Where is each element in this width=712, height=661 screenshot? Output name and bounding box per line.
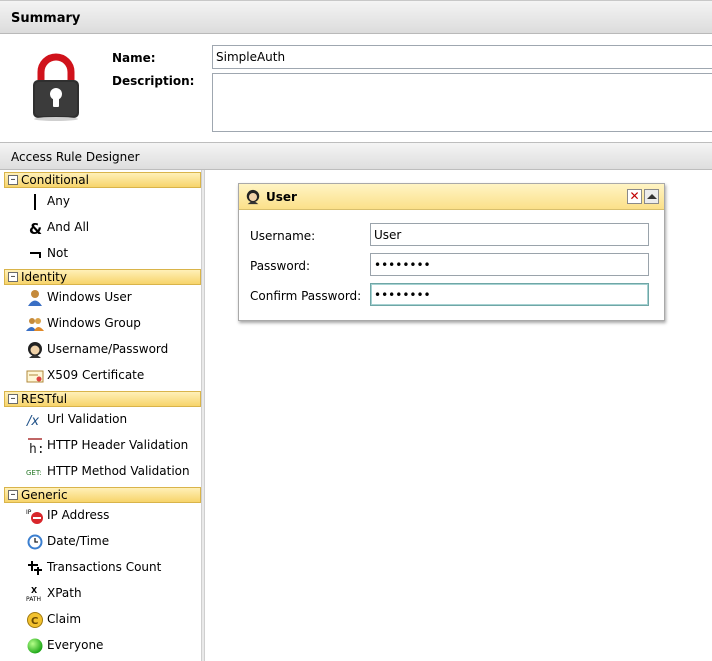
group-title: Conditional [21, 173, 89, 187]
close-button[interactable]: ✕ [627, 189, 642, 204]
http-header-icon: h: [28, 438, 44, 455]
toolbox-item-label: Windows User [47, 290, 132, 304]
toolbox-item-http-method-validation[interactable]: GET: HTTP Method Validation [4, 459, 201, 485]
toolbox-item-any[interactable]: Any [4, 189, 201, 215]
svg-text:X: X [31, 586, 38, 595]
toolbox-item-username-password[interactable]: Username/Password [4, 337, 201, 363]
group-header-generic[interactable]: – Generic [4, 487, 201, 503]
toolbox-item-label: HTTP Method Validation [47, 464, 190, 478]
collapse-icon[interactable]: – [8, 394, 18, 404]
xpath-icon: XPATH [26, 586, 41, 603]
certificate-icon [26, 370, 44, 383]
ip-address-icon: IP [26, 509, 43, 524]
toolbox-item-label: And All [47, 220, 90, 234]
padlock-icon [33, 53, 79, 121]
toolbox-item-xpath[interactable]: X PATH XPath [4, 581, 201, 607]
toolbox-item-url-validation[interactable]: /x Url Validation [4, 407, 201, 433]
toolbox-item-label: Any [47, 194, 70, 208]
claim-icon: C [27, 612, 43, 628]
group-header-restful[interactable]: – RESTful [4, 391, 201, 407]
clock-icon [27, 534, 43, 550]
toolbox-item-http-header-validation[interactable]: h: HTTP Header Validation [4, 433, 201, 459]
designer-title: Access Rule Designer [11, 150, 140, 164]
toolbox-item-windows-user[interactable]: Windows User [4, 285, 201, 311]
group-title: Identity [21, 270, 67, 284]
toolbox-item-label: XPath [47, 586, 82, 600]
panel-splitter[interactable] [201, 170, 205, 661]
toolbox-item-label: Claim [47, 612, 82, 626]
svg-text:/x: /x [26, 414, 39, 429]
description-label: Description: [112, 74, 195, 88]
svg-text:&: & [29, 220, 42, 237]
toolbox-item-date-time[interactable]: Date/Time [4, 529, 201, 555]
http-method-icon: GET: [26, 469, 42, 477]
everyone-icon [27, 638, 43, 654]
toolbox-item-claim[interactable]: C Claim [4, 607, 201, 633]
group-title: Generic [21, 488, 68, 502]
any-bar-icon [34, 194, 36, 210]
username-input[interactable] [370, 223, 649, 246]
toolbox-item-label: HTTP Header Validation [47, 438, 189, 452]
toolbox-item-label: Everyone [47, 638, 104, 652]
user-card-title: User [266, 190, 297, 204]
collapse-button[interactable] [644, 189, 659, 204]
group-title: RESTful [21, 392, 68, 406]
summary-header: Summary [0, 0, 712, 34]
name-input[interactable] [212, 45, 712, 69]
user-card-header[interactable]: User ✕ [239, 184, 664, 210]
description-input[interactable] [212, 73, 712, 132]
group-header-identity[interactable]: – Identity [4, 269, 201, 285]
summary-title: Summary [11, 11, 81, 26]
collapse-icon[interactable]: – [8, 175, 18, 185]
toolbox-item-x509-certificate[interactable]: X509 Certificate [4, 363, 201, 389]
toolbox-item-label: Url Validation [47, 412, 128, 426]
username-label: Username: [250, 229, 316, 243]
toolbox-item-label: Not [47, 246, 69, 260]
toolbox-item-not[interactable]: Not [4, 241, 201, 267]
confirm-password-label: Confirm Password: [250, 289, 362, 303]
collapse-icon[interactable]: – [8, 490, 18, 500]
toolbox-item-everyone[interactable]: Everyone [4, 633, 201, 659]
not-icon [30, 252, 41, 258]
user-rule-card[interactable]: User ✕ Username: Password: Confirm Passw… [238, 183, 665, 321]
toolbox-item-label: Windows Group [47, 316, 141, 330]
toolbox-item-transactions-count[interactable]: Transactions Count [4, 555, 201, 581]
group-header-conditional[interactable]: – Conditional [4, 172, 201, 188]
svg-text:C: C [31, 616, 38, 627]
svg-text:h:: h: [29, 442, 44, 455]
toolbox-item-ip-address[interactable]: IP IP Address [4, 503, 201, 529]
transactions-icon [28, 561, 42, 575]
name-label: Name: [112, 51, 156, 65]
toolbox-item-label: Username/Password [47, 342, 169, 356]
windows-group-icon [26, 318, 44, 331]
close-icon: ✕ [629, 189, 640, 203]
collapse-icon[interactable]: – [8, 272, 18, 282]
toolbox-item-label: IP Address [47, 508, 110, 522]
toolbox-item-windows-group[interactable]: Windows Group [4, 311, 201, 337]
toolbox-item-label: X509 Certificate [47, 368, 145, 382]
designer-header: Access Rule Designer [0, 142, 712, 170]
toolbox-item-and-all[interactable]: & And All [4, 215, 201, 241]
windows-user-icon [28, 290, 42, 306]
confirm-password-input[interactable] [370, 283, 649, 306]
password-input[interactable] [370, 253, 649, 276]
password-label: Password: [250, 259, 311, 273]
url-validation-icon: /x [26, 414, 39, 429]
username-password-icon [246, 189, 260, 205]
ampersand-icon: & [29, 220, 42, 237]
svg-text:IP: IP [26, 509, 32, 516]
toolbox-item-label: Date/Time [47, 534, 110, 548]
toolbox-item-label: Transactions Count [47, 560, 162, 574]
svg-text:GET:: GET: [26, 469, 42, 477]
svg-text:PATH: PATH [26, 596, 41, 603]
username-password-icon [28, 342, 42, 358]
